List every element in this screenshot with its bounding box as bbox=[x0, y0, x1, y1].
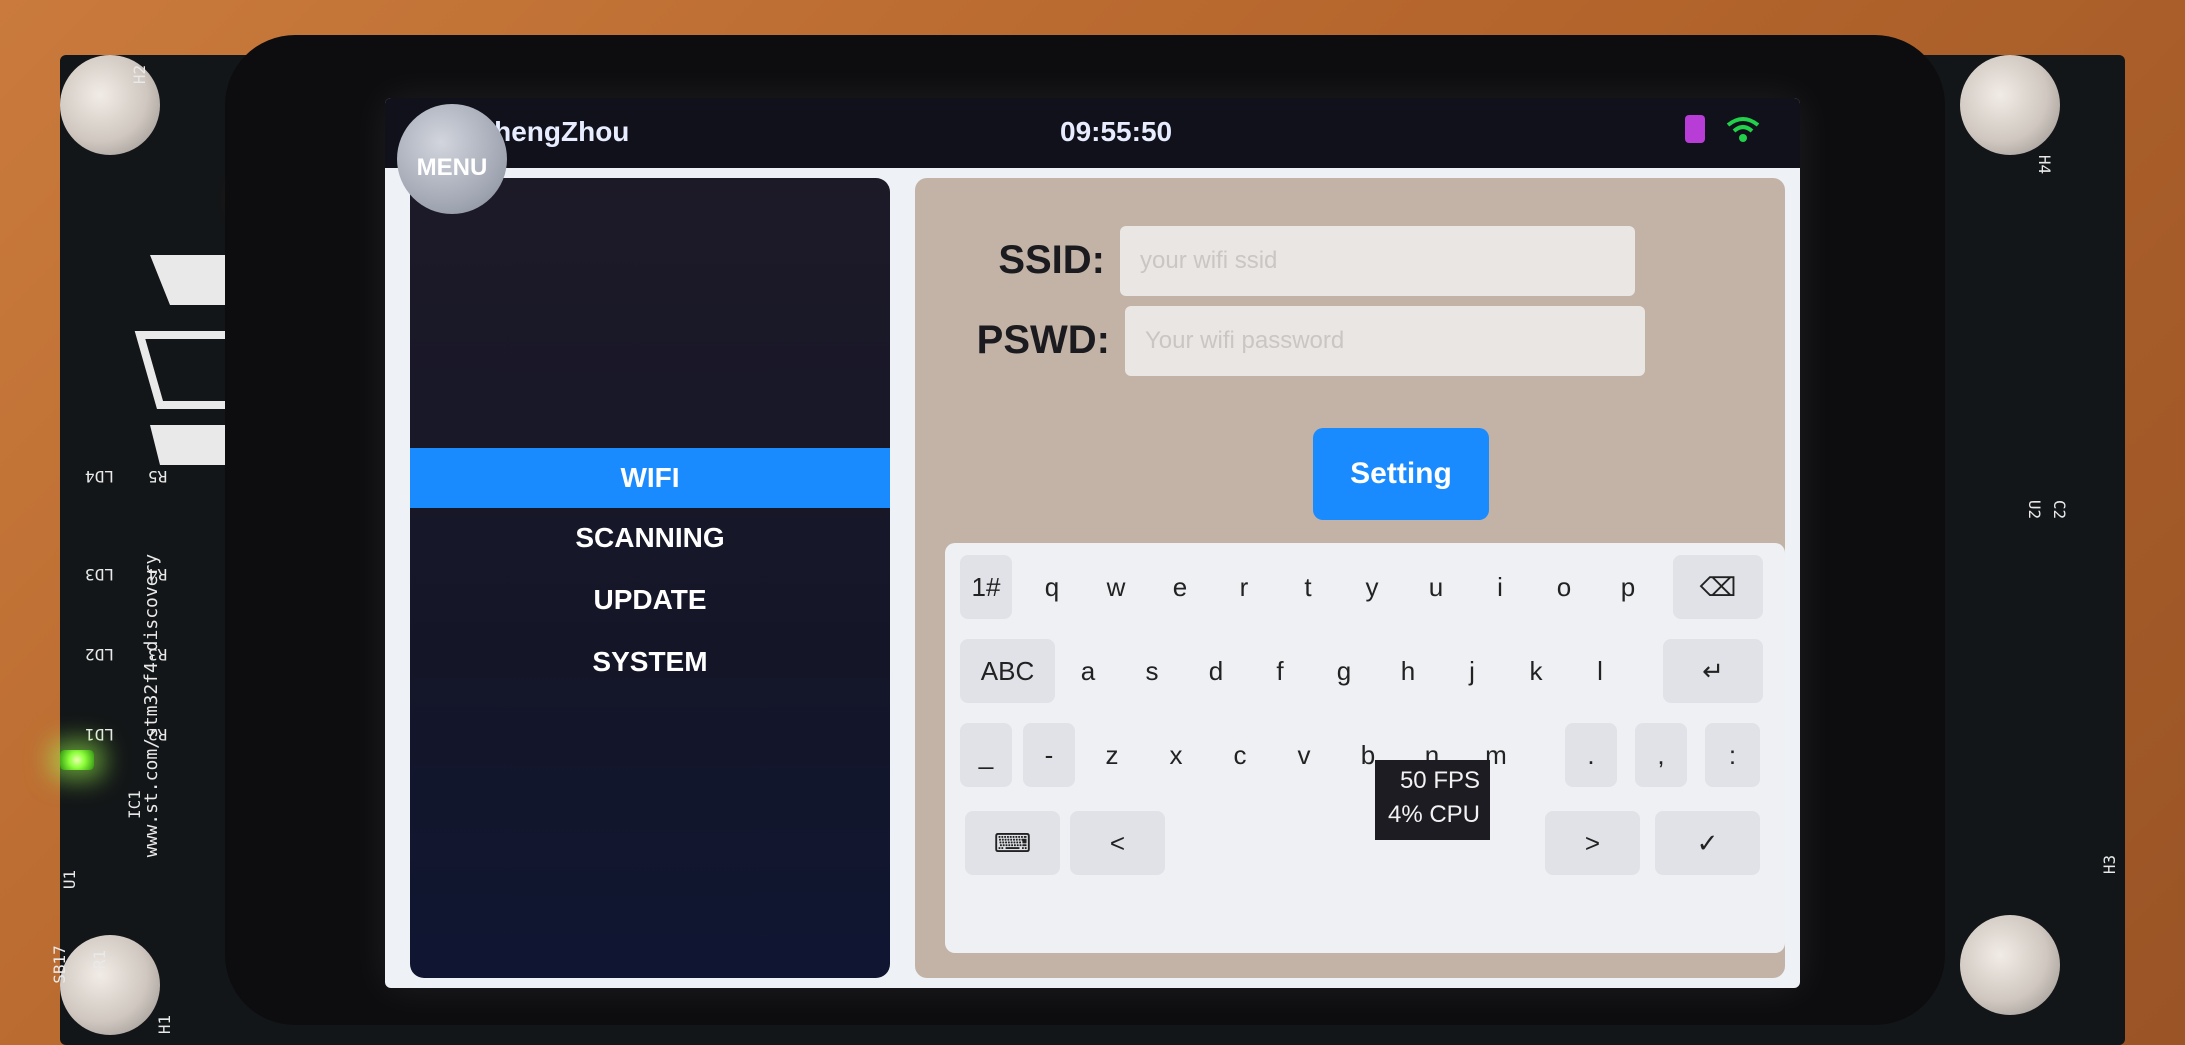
fps-text: 50 FPS bbox=[1399, 767, 1480, 794]
wifi-settings-panel: SSID: PSWD: Setting 1# q w e r t y u i o… bbox=[915, 178, 1785, 978]
backspace-key[interactable]: ⌫ bbox=[1673, 555, 1763, 619]
cpu-text: 4% CPU bbox=[1387, 801, 1480, 828]
status-bar: ZhengZhou 09:55:50 bbox=[385, 98, 1800, 168]
lcd-screen: ZhengZhou 09:55:50 MENU WIFI SCANNING UP… bbox=[385, 98, 1800, 988]
setting-button[interactable]: Setting bbox=[1313, 428, 1489, 520]
silk-label: R5 bbox=[148, 467, 168, 486]
cursor-left-key[interactable]: < bbox=[1070, 811, 1165, 875]
on-screen-keyboard: 1# q w e r t y u i o p ⌫ ABC a s d f g h… bbox=[945, 543, 1785, 953]
mounting-hole bbox=[60, 935, 160, 1035]
ssid-label: SSID: bbox=[998, 238, 1105, 282]
silk-label: H1 bbox=[155, 1014, 175, 1035]
menu-button[interactable]: MENU bbox=[397, 104, 507, 214]
wifi-icon bbox=[1726, 117, 1760, 142]
silk-label: LD4 bbox=[85, 467, 114, 486]
sidebar-item-system[interactable]: SYSTEM bbox=[410, 632, 890, 692]
key-a[interactable]: a bbox=[1063, 639, 1113, 703]
key-x[interactable]: x bbox=[1151, 723, 1201, 787]
perf-monitor: 50 FPS 4% CPU bbox=[1375, 760, 1490, 840]
sidebar: WIFI SCANNING UPDATE SYSTEM bbox=[410, 178, 890, 978]
key-q[interactable]: q bbox=[1027, 555, 1077, 619]
key-d[interactable]: d bbox=[1191, 639, 1241, 703]
ssid-input[interactable] bbox=[1120, 226, 1635, 296]
silk-label: LD2 bbox=[85, 645, 114, 664]
silk-label: H2 bbox=[130, 64, 150, 85]
mounting-hole bbox=[1960, 55, 2060, 155]
enter-key[interactable]: ↵ bbox=[1663, 639, 1763, 703]
battery-icon bbox=[1685, 115, 1705, 143]
sidebar-item-update[interactable]: UPDATE bbox=[410, 570, 890, 630]
silk-label: SB17 bbox=[49, 945, 69, 984]
silk-label: LD1 bbox=[85, 725, 114, 744]
key-p[interactable]: p bbox=[1603, 555, 1653, 619]
silk-label: U1 bbox=[60, 869, 80, 890]
key-abc[interactable]: ABC bbox=[960, 639, 1055, 703]
password-field[interactable] bbox=[1125, 306, 1645, 376]
key-k[interactable]: k bbox=[1511, 639, 1561, 703]
clock-text: 09:55:50 bbox=[1060, 116, 1173, 147]
key-underscore[interactable]: _ bbox=[960, 723, 1012, 787]
key-comma[interactable]: , bbox=[1635, 723, 1687, 787]
key-w[interactable]: w bbox=[1091, 555, 1141, 619]
silk-label: H4 bbox=[2035, 154, 2055, 175]
key-i[interactable]: i bbox=[1475, 555, 1525, 619]
silk-label: LD3 bbox=[85, 565, 114, 584]
password-input[interactable] bbox=[1125, 306, 1645, 376]
menu-button-label: MENU bbox=[416, 154, 488, 181]
key-s[interactable]: s bbox=[1127, 639, 1177, 703]
key-symbols[interactable]: 1# bbox=[960, 555, 1012, 619]
key-period[interactable]: . bbox=[1565, 723, 1617, 787]
key-j[interactable]: j bbox=[1447, 639, 1497, 703]
status-led-green bbox=[60, 750, 94, 770]
key-y[interactable]: y bbox=[1347, 555, 1397, 619]
key-u[interactable]: u bbox=[1411, 555, 1461, 619]
silk-url: www.st.com/stm32f4-discovery bbox=[141, 553, 163, 858]
key-t[interactable]: t bbox=[1283, 555, 1333, 619]
key-z[interactable]: z bbox=[1087, 723, 1137, 787]
key-v[interactable]: v bbox=[1279, 723, 1329, 787]
silk-label: R1 bbox=[90, 949, 110, 970]
cursor-right-key[interactable]: > bbox=[1545, 811, 1640, 875]
key-colon[interactable]: : bbox=[1705, 723, 1760, 787]
key-o[interactable]: o bbox=[1539, 555, 1589, 619]
key-e[interactable]: e bbox=[1155, 555, 1205, 619]
silk-label: H3 bbox=[2100, 854, 2120, 875]
key-h[interactable]: h bbox=[1383, 639, 1433, 703]
confirm-checkmark-key[interactable]: ✓ bbox=[1655, 811, 1760, 875]
silk-label: U2 bbox=[2025, 499, 2045, 520]
pswd-label: PSWD: bbox=[976, 318, 1110, 362]
ssid-field[interactable] bbox=[1120, 226, 1635, 296]
mounting-hole bbox=[1960, 915, 2060, 1015]
silk-label: C2 bbox=[2050, 499, 2070, 520]
key-g[interactable]: g bbox=[1319, 639, 1369, 703]
sidebar-item-scanning[interactable]: SCANNING bbox=[410, 508, 890, 568]
sidebar-item-wifi[interactable]: WIFI bbox=[410, 448, 890, 508]
key-r[interactable]: r bbox=[1219, 555, 1269, 619]
keyboard-hide-icon[interactable]: ⌨ bbox=[965, 811, 1060, 875]
key-f[interactable]: f bbox=[1255, 639, 1305, 703]
key-l[interactable]: l bbox=[1575, 639, 1625, 703]
key-c[interactable]: c bbox=[1215, 723, 1265, 787]
key-dash[interactable]: - bbox=[1023, 723, 1075, 787]
